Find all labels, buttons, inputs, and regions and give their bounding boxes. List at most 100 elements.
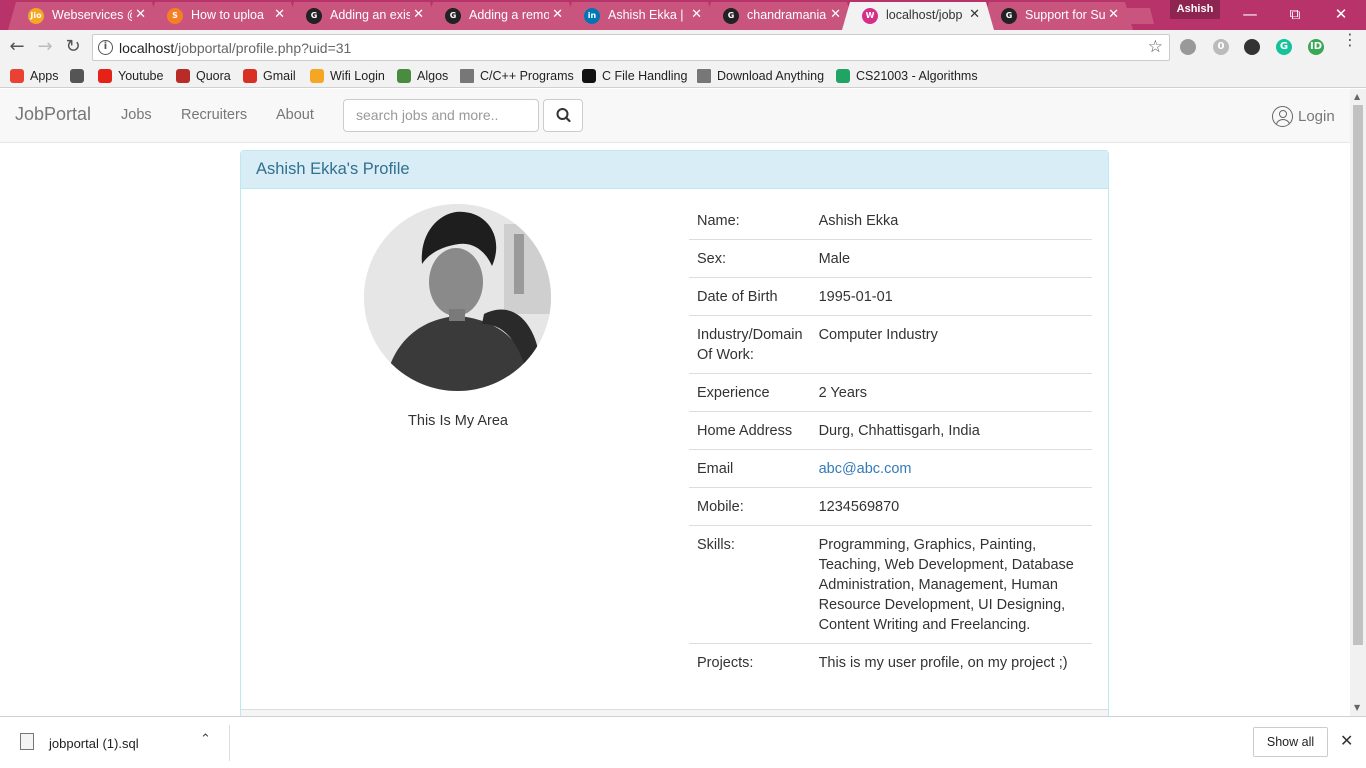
show-all-button[interactable]: Show all xyxy=(1253,727,1328,757)
field-value: Programming, Graphics, Painting, Teachin… xyxy=(810,525,1092,644)
reload-icon[interactable]: ↻ xyxy=(62,36,84,58)
scrollbar-thumb[interactable] xyxy=(1353,105,1363,645)
bookmark-label: Algos xyxy=(417,69,449,83)
bookmark-label: CS21003 - Algorithms xyxy=(856,69,978,83)
field-label: Experience xyxy=(689,373,811,412)
bookmarks-bar: Apps Youtube Quora Gmail Wifi Login Algos C/C+… xyxy=(0,64,1366,88)
bookmark-label: C/C++ Programs xyxy=(480,69,574,83)
site-info-icon[interactable]: i xyxy=(98,40,113,55)
chevron-up-icon[interactable]: ⌃ xyxy=(200,732,211,747)
bookmark-item[interactable]: Youtube xyxy=(98,67,163,85)
history-icon xyxy=(70,69,84,83)
browser-tab[interactable]: G Adding a remo ✕ xyxy=(425,2,577,30)
bookmark-label: Download Anything xyxy=(717,69,825,83)
download-file-name[interactable]: jobportal (1).sql xyxy=(49,736,139,751)
email-link[interactable]: abc@abc.com xyxy=(819,461,912,477)
address-bar[interactable]: i localhost/jobportal/profile.php?uid=31… xyxy=(92,34,1170,61)
bookmark-item[interactable]: Apps xyxy=(10,67,59,85)
profile-row: Sex: Male xyxy=(689,239,1092,278)
restore-icon[interactable]: ⧉ xyxy=(1272,3,1318,25)
bookmark-item[interactable]: Gmail xyxy=(243,67,296,85)
extension-speedometer-icon[interactable] xyxy=(1244,39,1260,55)
tab-close-icon[interactable]: ✕ xyxy=(969,7,980,22)
tab-close-icon[interactable]: ✕ xyxy=(1108,7,1119,22)
browser-profile-chip[interactable]: Ashish xyxy=(1170,0,1220,19)
field-label: Name: xyxy=(697,213,740,229)
bookmark-item[interactable]: Quora xyxy=(176,67,231,85)
tab-title: Ashish Ekka | L xyxy=(608,8,688,22)
scroll-down-icon[interactable]: ▼ xyxy=(1354,703,1360,712)
bookmark-item[interactable]: Download Anything xyxy=(697,67,824,85)
forward-arrow-icon[interactable]: → xyxy=(34,36,56,58)
field-label: Date of Birth xyxy=(689,277,811,316)
browser-tab[interactable]: Gchandramania ✕ xyxy=(703,2,855,30)
field-label: Projects: xyxy=(689,643,811,681)
jio-icon xyxy=(310,69,324,83)
bookmark-item[interactable]: Algos xyxy=(397,67,448,85)
browser-tab[interactable]: G Support for Su ✕ xyxy=(981,2,1133,30)
close-window-icon[interactable]: ✕ xyxy=(1318,3,1364,25)
jio-icon: Jio xyxy=(28,8,44,24)
field-value: Durg, Chhattisgarh, India xyxy=(810,411,1092,450)
profile-photo xyxy=(364,204,551,391)
tab-close-icon[interactable]: ✕ xyxy=(552,7,563,22)
file-icon xyxy=(20,733,34,750)
new-tab-button[interactable] xyxy=(1120,8,1154,24)
github-icon: G xyxy=(306,8,322,24)
youtube-icon xyxy=(98,69,112,83)
close-shelf-icon[interactable]: ✕ xyxy=(1340,731,1353,750)
page-scrollbar[interactable]: ▲ ▼ xyxy=(1350,89,1366,716)
field-value: 1234569870 xyxy=(810,487,1092,526)
search-button[interactable] xyxy=(543,99,583,132)
nav-recruiters[interactable]: Recruiters xyxy=(181,107,247,123)
browser-tab[interactable]: G Adding an exis ✕ xyxy=(286,2,438,30)
bookmark-label: Youtube xyxy=(118,69,164,83)
nav-jobs[interactable]: Jobs xyxy=(121,107,152,123)
bookmark-star-icon[interactable]: ☆ xyxy=(1148,37,1163,57)
tab-title: chandramania xyxy=(747,8,827,22)
extension-id-icon[interactable]: ID xyxy=(1308,39,1324,55)
bookmark-label: Wifi Login xyxy=(330,69,385,83)
stackoverflow-icon: S xyxy=(167,8,183,24)
bookmark-item[interactable]: C/C++ Programs xyxy=(460,67,574,85)
bookmark-item[interactable] xyxy=(70,67,84,85)
profile-row: Experience 2 Years xyxy=(689,373,1092,412)
bookmark-item[interactable]: CS21003 - Algorithms xyxy=(836,67,978,85)
field-value: This is my user profile, on my project ;… xyxy=(810,643,1092,681)
user-icon xyxy=(1272,106,1293,127)
nav-about[interactable]: About xyxy=(276,107,314,123)
bookmark-item[interactable]: Wifi Login xyxy=(310,67,385,85)
scroll-up-icon[interactable]: ▲ xyxy=(1354,92,1360,101)
tab-close-icon[interactable]: ✕ xyxy=(135,7,146,22)
browser-tab[interactable]: in Ashish Ekka | L ✕ xyxy=(564,2,716,30)
browser-tab[interactable]: Jio Webservices @ ✕ xyxy=(8,2,160,30)
bookmark-item[interactable]: C File Handling xyxy=(582,67,687,85)
browser-tab[interactable]: S How to uploa ✕ xyxy=(147,2,299,30)
browser-tab[interactable]: Wlocalhost/jobp ✕ xyxy=(842,2,994,30)
field-value: Ashish Ekka xyxy=(818,213,899,229)
github-icon: G xyxy=(723,8,739,24)
extension-cube-icon[interactable] xyxy=(1180,39,1196,55)
tab-close-icon[interactable]: ✕ xyxy=(830,7,841,22)
field-label: Mobile: xyxy=(689,487,811,526)
site-brand[interactable]: JobPortal xyxy=(15,104,91,125)
tab-close-icon[interactable]: ✕ xyxy=(413,7,424,22)
profile-panel: Ashish Ekka's Profile This Is My Area Na… xyxy=(240,150,1109,716)
search-input[interactable]: search jobs and more.. xyxy=(343,99,539,132)
tab-title: localhost/jobp xyxy=(886,8,963,22)
tab-close-icon[interactable]: ✕ xyxy=(274,7,285,22)
field-label: Skills: xyxy=(689,525,811,644)
field-value: Male xyxy=(810,239,1092,278)
tab-close-icon[interactable]: ✕ xyxy=(691,7,702,22)
browser-menu-icon[interactable]: ⋮ xyxy=(1342,32,1358,48)
login-link[interactable]: Login xyxy=(1272,106,1335,127)
algos-icon xyxy=(397,69,411,83)
field-label: Email xyxy=(689,449,811,488)
back-arrow-icon[interactable]: ← xyxy=(6,36,28,58)
extension-download-icon[interactable]: 0 xyxy=(1213,39,1229,55)
browser-toolbar: ← → ↻ i localhost/jobportal/profile.php?… xyxy=(0,30,1366,64)
tab-title: Adding an exis xyxy=(330,8,410,22)
profile-row: Industry/Domain Of Work: Computer Industr… xyxy=(689,315,1092,374)
grammarly-icon[interactable]: G xyxy=(1276,39,1292,55)
minimize-icon[interactable]: — xyxy=(1227,3,1273,25)
